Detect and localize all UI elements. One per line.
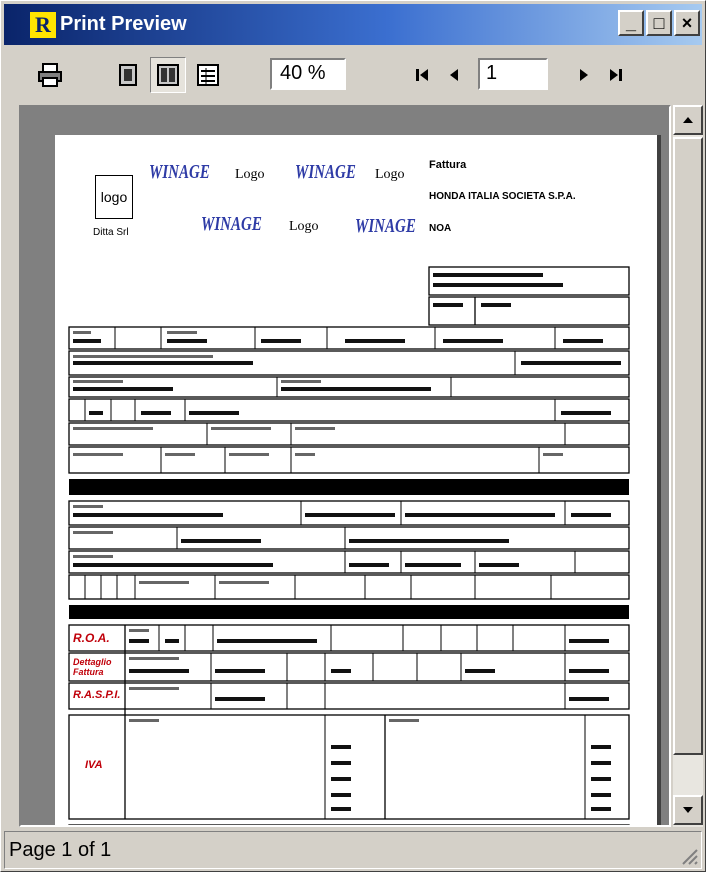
first-page-icon <box>416 69 428 81</box>
first-page-button[interactable] <box>404 57 440 93</box>
last-page-icon <box>610 69 622 81</box>
print-preview-window: R Print Preview _ □ × 40 % 1 logo Ditta … <box>0 0 706 872</box>
window-controls: _ □ × <box>618 10 700 36</box>
preview-area[interactable]: logo Ditta Srl WINAGE Logo WINAGE Logo W… <box>19 105 671 827</box>
page-width-icon <box>197 64 219 86</box>
one-page-button[interactable] <box>110 57 146 93</box>
printer-icon <box>38 63 62 87</box>
maximize-button[interactable]: □ <box>646 10 672 36</box>
two-page-button[interactable] <box>150 57 186 93</box>
one-page-icon <box>119 64 137 86</box>
next-page-button[interactable] <box>566 57 602 93</box>
next-page-icon <box>580 69 588 81</box>
section-label-detail: Dettaglio Fattura <box>73 657 112 677</box>
separator-bar-1 <box>69 479 629 495</box>
page-number-field[interactable]: 1 <box>478 58 548 90</box>
report-page: logo Ditta Srl WINAGE Logo WINAGE Logo W… <box>55 135 661 825</box>
scroll-up-button[interactable] <box>673 105 703 135</box>
status-bar: Page 1 of 1 <box>4 831 702 869</box>
vertical-scrollbar[interactable] <box>673 105 703 827</box>
scroll-down-button[interactable] <box>673 795 703 825</box>
scroll-thumb[interactable] <box>673 137 703 755</box>
section-label-raspi: R.A.S.P.I. <box>73 689 121 701</box>
last-page-button[interactable] <box>598 57 634 93</box>
zoom-field[interactable]: 40 % <box>270 58 346 90</box>
close-button[interactable]: × <box>674 10 700 36</box>
print-button[interactable] <box>32 57 68 93</box>
preview-toolbar: 40 % 1 <box>4 49 702 103</box>
page-status-text: Page 1 of 1 <box>9 839 112 861</box>
separator-bar-2 <box>69 605 629 619</box>
page-width-button[interactable] <box>190 57 226 93</box>
arrow-down-icon <box>683 807 693 813</box>
arrow-up-icon <box>683 117 693 123</box>
app-icon: R <box>30 11 56 38</box>
minimize-button[interactable]: _ <box>618 10 644 36</box>
previous-page-icon <box>450 69 458 81</box>
resize-grip-icon[interactable] <box>679 846 699 866</box>
window-title: Print Preview <box>60 13 187 35</box>
title-bar[interactable]: R Print Preview _ □ × <box>4 4 702 45</box>
section-label-iva: IVA <box>85 759 103 771</box>
previous-page-button[interactable] <box>436 57 472 93</box>
section-label-roa: R.O.A. <box>73 631 110 645</box>
two-page-icon <box>157 64 179 86</box>
